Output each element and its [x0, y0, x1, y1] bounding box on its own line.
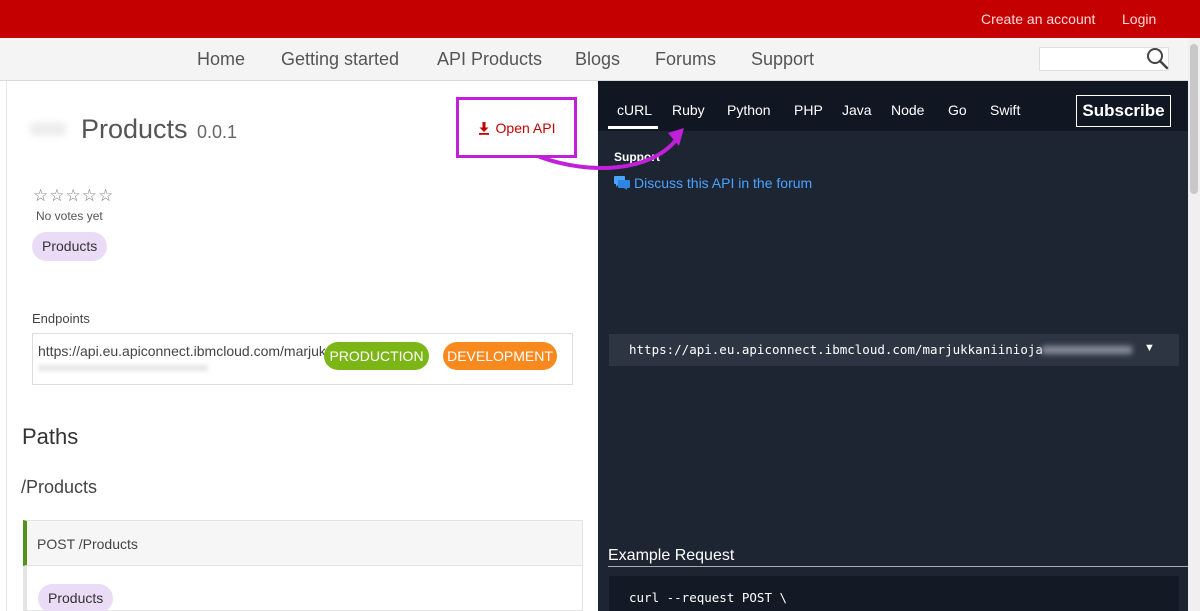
page-scrollbar[interactable] — [1188, 38, 1200, 611]
endpoint-select-value: https://api.eu.apiconnect.ibmcloud.com/m… — [629, 342, 1043, 357]
example-code-block: curl --request POST \ — [609, 576, 1179, 611]
operation-tag[interactable]: Products — [38, 584, 114, 611]
nav-item-forums[interactable]: Forums — [655, 49, 716, 70]
rating-text: No votes yet — [36, 209, 103, 223]
path-name: /Products — [21, 477, 98, 497]
create-account-link[interactable]: Create an account — [981, 11, 1095, 27]
main-nav: Home Getting started API Products Blogs … — [0, 38, 1200, 81]
endpoint-select-redacted — [1042, 346, 1132, 354]
star-icon[interactable]: ☆ — [82, 186, 98, 205]
tab-go[interactable]: Go — [948, 102, 967, 118]
open-api-label: Open API — [495, 119, 556, 136]
operation-label: POST /Products — [37, 536, 138, 552]
tab-node[interactable]: Node — [891, 102, 924, 118]
star-icon[interactable]: ☆ — [49, 186, 65, 205]
nav-item-home[interactable]: Home — [197, 49, 245, 70]
development-badge: DEVELOPMENT — [443, 342, 557, 370]
endpoints-label: Endpoints — [32, 311, 90, 326]
endpoint-select[interactable]: https://api.eu.apiconnect.ibmcloud.com/m… — [609, 334, 1179, 366]
login-link[interactable]: Login — [1122, 11, 1156, 27]
tab-swift[interactable]: Swift — [990, 102, 1020, 118]
top-bar: Create an account Login — [0, 0, 1200, 38]
scrollbar-thumb[interactable] — [1190, 44, 1198, 194]
forum-link-text: Discuss this API in the forum — [634, 175, 813, 191]
nav-item-getting-started[interactable]: Getting started — [281, 49, 399, 70]
subscribe-button[interactable]: Subscribe — [1076, 95, 1171, 127]
tab-ruby[interactable]: Ruby — [672, 102, 705, 118]
nav-item-api-products[interactable]: API Products — [437, 49, 542, 70]
tab-python[interactable]: Python — [727, 102, 771, 118]
product-tag[interactable]: Products — [32, 232, 108, 261]
tab-java[interactable]: Java — [842, 102, 872, 118]
endpoint-url: https://api.eu.apiconnect.ibmcloud.com/m… — [38, 343, 325, 359]
endpoint-url-redacted — [38, 365, 208, 371]
star-icon[interactable]: ☆ — [33, 186, 49, 205]
page-title: Products — [81, 114, 188, 144]
product-logo — [30, 122, 66, 136]
support-label: Support — [614, 150, 660, 164]
active-tab-indicator — [608, 126, 658, 129]
nav-item-support[interactable]: Support — [751, 49, 814, 70]
nav-item-blogs[interactable]: Blogs — [575, 49, 620, 70]
download-icon — [478, 121, 489, 135]
chat-icon — [614, 176, 630, 190]
operation-row[interactable]: POST /Products — [23, 520, 583, 566]
example-code-line: curl --request POST \ — [629, 590, 788, 605]
paths-heading: Paths — [22, 424, 79, 449]
open-api-button[interactable]: Open API — [456, 97, 577, 158]
production-badge: PRODUCTION — [324, 342, 429, 370]
endpoint-box: https://api.eu.apiconnect.ibmcloud.com/m… — [32, 333, 573, 385]
example-request-heading: Example Request — [608, 547, 735, 564]
star-icon[interactable]: ☆ — [98, 186, 114, 205]
chevron-down-icon[interactable]: ▼ — [1144, 342, 1155, 354]
heading-divider — [608, 566, 1188, 567]
search-icon[interactable] — [1145, 46, 1171, 72]
tab-php[interactable]: PHP — [794, 102, 823, 118]
rating-stars[interactable]: ☆☆☆☆☆ — [33, 186, 114, 206]
tab-curl[interactable]: cURL — [617, 102, 652, 118]
api-version: 0.0.1 — [197, 122, 238, 142]
star-icon[interactable]: ☆ — [66, 186, 82, 205]
forum-link[interactable]: Discuss this API in the forum — [614, 175, 812, 191]
